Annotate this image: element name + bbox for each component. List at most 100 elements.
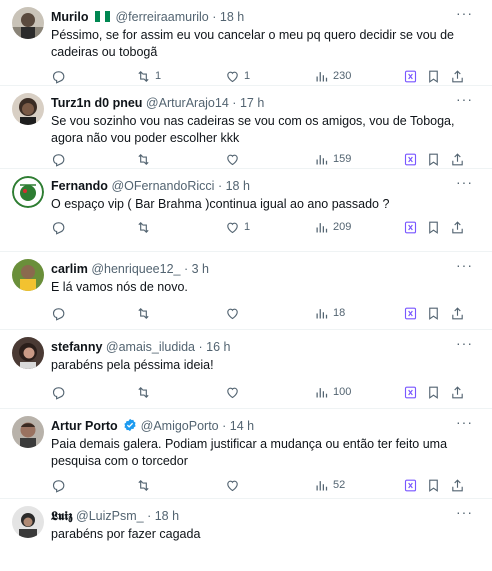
bookmark-button[interactable] bbox=[426, 67, 441, 85]
views-button[interactable]: 100 bbox=[314, 383, 351, 401]
bookmark-button[interactable] bbox=[426, 150, 441, 168]
grok-icon bbox=[404, 307, 417, 319]
bookmark-button[interactable] bbox=[426, 218, 441, 236]
grok-button[interactable] bbox=[403, 304, 418, 322]
grok-button[interactable] bbox=[403, 67, 418, 85]
reply-icon bbox=[52, 70, 65, 84]
timestamp[interactable]: 18 h bbox=[226, 179, 250, 193]
avatar[interactable] bbox=[12, 506, 44, 538]
like-button[interactable]: 1 bbox=[225, 67, 250, 85]
avatar[interactable] bbox=[12, 7, 44, 39]
reply-button[interactable] bbox=[51, 476, 66, 494]
more-options-icon[interactable]: ··· bbox=[456, 415, 472, 433]
reply-tweet[interactable]: 𝕷𝖚𝖎𝖟 @LuizPsm_ · 18 h ··· parabéns por f… bbox=[0, 499, 492, 559]
share-button[interactable] bbox=[450, 150, 465, 168]
more-options-icon[interactable]: ··· bbox=[456, 92, 472, 110]
tweet-header: carlim @henriquee12_ · 3 h bbox=[51, 261, 452, 277]
timestamp[interactable]: 18 h bbox=[155, 509, 179, 523]
share-button[interactable] bbox=[450, 383, 465, 401]
reply-tweet[interactable]: Turz1n d0 pneu @ArturArajo14 · 17 h ··· … bbox=[0, 86, 492, 169]
share-button[interactable] bbox=[450, 476, 465, 494]
more-options-icon[interactable]: ··· bbox=[456, 336, 472, 354]
display-name[interactable]: carlim bbox=[51, 262, 88, 276]
timestamp[interactable]: 3 h bbox=[192, 262, 209, 276]
reply-button[interactable] bbox=[51, 383, 66, 401]
user-handle[interactable]: @LuizPsm_ bbox=[76, 509, 144, 523]
views-button[interactable]: 18 bbox=[314, 304, 345, 322]
reply-button[interactable] bbox=[51, 304, 66, 322]
reply-tweet[interactable]: stefanny @amais_iludida · 16 h ··· parab… bbox=[0, 330, 492, 409]
user-handle[interactable]: @henriquee12_ bbox=[91, 262, 180, 276]
retweet-button[interactable]: 1 bbox=[136, 67, 161, 85]
more-options-icon[interactable]: ··· bbox=[456, 505, 472, 523]
bookmark-button[interactable] bbox=[426, 304, 441, 322]
share-button[interactable] bbox=[450, 218, 465, 236]
display-name[interactable]: Turz1n d0 pneu bbox=[51, 96, 142, 110]
user-handle[interactable]: @AmigoPorto bbox=[141, 419, 219, 433]
views-button[interactable]: 209 bbox=[314, 218, 351, 236]
views-button[interactable]: 52 bbox=[314, 476, 345, 494]
reply-icon bbox=[52, 221, 65, 235]
share-button[interactable] bbox=[450, 67, 465, 85]
display-name[interactable]: stefanny bbox=[51, 340, 102, 354]
retweet-icon bbox=[138, 153, 149, 165]
grok-button[interactable] bbox=[403, 218, 418, 236]
retweet-button[interactable] bbox=[136, 218, 155, 236]
views-button[interactable]: 159 bbox=[314, 150, 351, 168]
reply-button[interactable] bbox=[51, 150, 66, 168]
timestamp[interactable]: 17 h bbox=[240, 96, 264, 110]
user-handle[interactable]: @ferreiraamurilo bbox=[115, 10, 208, 24]
tweet-text: parabéns por fazer cagada bbox=[51, 527, 201, 541]
share-icon bbox=[452, 478, 463, 491]
more-options-icon[interactable]: ··· bbox=[456, 6, 472, 24]
like-button[interactable] bbox=[225, 383, 244, 401]
like-button[interactable] bbox=[225, 476, 244, 494]
more-options-icon[interactable]: ··· bbox=[456, 175, 472, 193]
heart-icon bbox=[227, 222, 238, 233]
reply-tweet[interactable]: Artur Porto @AmigoPorto · 14 h ··· Paia … bbox=[0, 409, 492, 499]
like-button[interactable] bbox=[225, 304, 244, 322]
more-options-icon[interactable]: ··· bbox=[456, 258, 472, 276]
user-handle[interactable]: @OFernandoRicci bbox=[111, 179, 214, 193]
retweet-button[interactable] bbox=[136, 476, 155, 494]
display-name[interactable]: Murilo bbox=[51, 10, 89, 24]
tweet-text: Péssimo, se for assim eu vou cancelar o … bbox=[51, 28, 454, 59]
grok-button[interactable] bbox=[403, 150, 418, 168]
avatar[interactable] bbox=[12, 416, 44, 448]
reply-tweet[interactable]: carlim @henriquee12_ · 3 h ··· E lá vamo… bbox=[0, 252, 492, 330]
grok-button[interactable] bbox=[403, 476, 418, 494]
display-name[interactable]: Artur Porto bbox=[51, 419, 118, 433]
tweet-header: stefanny @amais_iludida · 16 h bbox=[51, 339, 452, 355]
retweet-button[interactable] bbox=[136, 304, 155, 322]
grok-button[interactable] bbox=[403, 383, 418, 401]
avatar[interactable] bbox=[12, 176, 44, 208]
reply-button[interactable] bbox=[51, 218, 66, 236]
separator-dot: · bbox=[212, 10, 217, 24]
like-button[interactable]: 1 bbox=[225, 218, 250, 236]
reply-tweet[interactable]: Fernando @OFernandoRicci · 18 h ··· O es… bbox=[0, 169, 492, 252]
retweet-button[interactable] bbox=[136, 383, 155, 401]
timestamp[interactable]: 14 h bbox=[230, 419, 254, 433]
reply-button[interactable] bbox=[51, 67, 66, 85]
retweet-button[interactable] bbox=[136, 150, 155, 168]
display-name[interactable]: Fernando bbox=[51, 179, 108, 193]
nigeria-flag-icon bbox=[94, 10, 110, 22]
bookmark-icon bbox=[429, 70, 438, 83]
user-handle[interactable]: @amais_iludida bbox=[106, 340, 195, 354]
display-name[interactable]: 𝕷𝖚𝖎𝖟 bbox=[51, 509, 73, 523]
bookmark-button[interactable] bbox=[426, 476, 441, 494]
action-bar: 100 bbox=[51, 383, 480, 401]
like-button[interactable] bbox=[225, 150, 244, 168]
timestamp[interactable]: 18 h bbox=[220, 10, 244, 24]
reply-tweet[interactable]: Murilo @ferreiraamurilo · 18 h ··· Péssi… bbox=[0, 0, 492, 86]
share-button[interactable] bbox=[450, 304, 465, 322]
bookmark-button[interactable] bbox=[426, 383, 441, 401]
user-handle[interactable]: @ArturArajo14 bbox=[146, 96, 229, 110]
tweet-text: Paia demais galera. Podiam justificar a … bbox=[51, 437, 448, 468]
avatar[interactable] bbox=[12, 259, 44, 291]
grok-icon bbox=[404, 386, 417, 398]
timestamp[interactable]: 16 h bbox=[206, 340, 230, 354]
avatar[interactable] bbox=[12, 93, 44, 125]
views-button[interactable]: 230 bbox=[314, 67, 351, 85]
avatar[interactable] bbox=[12, 337, 44, 369]
